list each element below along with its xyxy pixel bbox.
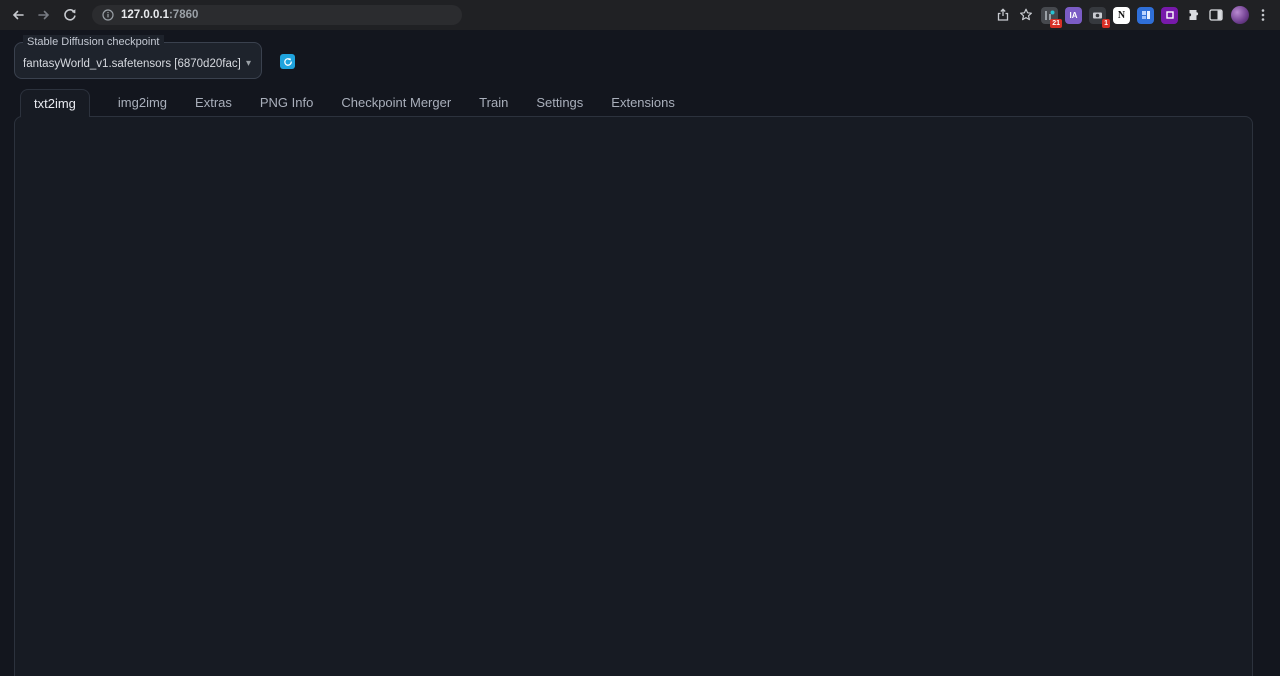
tab-extras[interactable]: Extras (195, 89, 232, 116)
tab-extensions[interactable]: Extensions (611, 89, 675, 116)
extension-icon-notion[interactable]: N (1113, 7, 1130, 24)
site-info-icon[interactable] (102, 9, 114, 21)
notion-label: N (1118, 10, 1125, 21)
extension-icon-ia[interactable]: IA (1065, 7, 1082, 24)
app-window: 127.0.0.1:7860 21 IA 1 N Stable Diffusio… (0, 0, 1280, 676)
main-tabs: txt2img img2img Extras PNG Info Checkpoi… (14, 89, 675, 116)
extension-badge: 21 (1050, 19, 1062, 28)
tab-checkpoint-merger[interactable]: Checkpoint Merger (341, 89, 451, 116)
checkpoint-value: fantasyWorld_v1.safetensors [6870d20fac] (23, 58, 241, 70)
checkpoint-label: Stable Diffusion checkpoint (23, 35, 164, 49)
txt2img-panel (14, 116, 1253, 676)
extensions-puzzle-icon[interactable] (1185, 7, 1201, 23)
profile-avatar[interactable] (1231, 6, 1249, 24)
refresh-icon (283, 57, 293, 67)
bookmark-star-icon[interactable] (1018, 7, 1034, 23)
forward-icon[interactable] (36, 7, 52, 23)
share-icon[interactable] (995, 7, 1011, 23)
refresh-checkpoint-button[interactable] (280, 54, 295, 69)
tab-txt2img[interactable]: txt2img (20, 89, 90, 117)
url-host: 127.0.0.1 (121, 9, 169, 21)
ia-label: IA (1070, 11, 1078, 20)
browser-toolbar: 127.0.0.1:7860 21 IA 1 N (0, 0, 1280, 30)
tab-img2img[interactable]: img2img (118, 89, 167, 116)
url-port: :7860 (169, 9, 198, 21)
checkpoint-dropdown[interactable]: Stable Diffusion checkpoint fantasyWorld… (14, 42, 262, 79)
tab-train[interactable]: Train (479, 89, 508, 116)
tab-settings[interactable]: Settings (536, 89, 583, 116)
extension-icon-1[interactable]: 21 (1041, 7, 1058, 24)
extension-icon-4[interactable] (1161, 7, 1178, 24)
back-icon[interactable] (10, 7, 26, 23)
browser-menu-icon[interactable] (1256, 7, 1270, 23)
side-panel-icon[interactable] (1208, 7, 1224, 23)
reload-icon[interactable] (62, 7, 78, 23)
chevron-down-icon: ▾ (246, 58, 251, 69)
extension-badge: 1 (1102, 19, 1110, 28)
address-bar[interactable]: 127.0.0.1:7860 (92, 5, 462, 25)
extension-icon-2[interactable]: 1 (1089, 7, 1106, 24)
tab-png-info[interactable]: PNG Info (260, 89, 313, 116)
extension-icon-3[interactable] (1137, 7, 1154, 24)
